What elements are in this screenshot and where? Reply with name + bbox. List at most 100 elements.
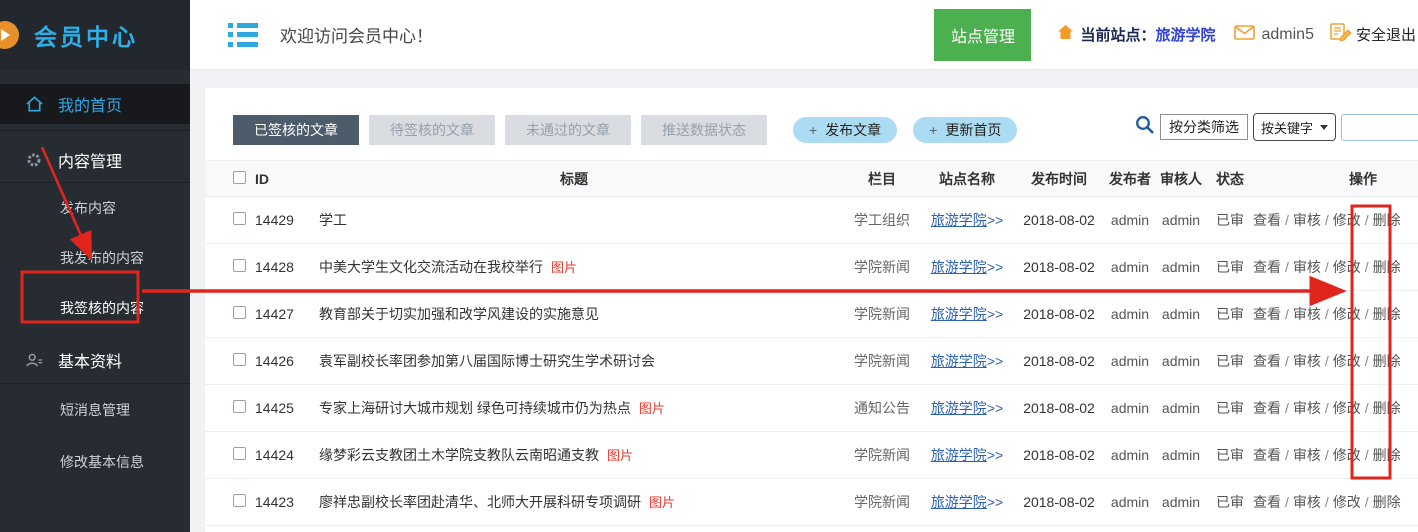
image-tag: 图片 (639, 401, 665, 416)
header-title: 标题 (305, 169, 843, 189)
sidebar-item-label: 我的首页 (58, 92, 122, 116)
op-modify-link[interactable]: 修改 (1333, 306, 1361, 322)
site-link[interactable]: 旅游学院 (931, 353, 987, 369)
row-checkbox[interactable] (233, 494, 246, 507)
op-delete-link[interactable]: 删除 (1373, 353, 1401, 369)
plus-icon: + (929, 122, 937, 138)
tab-pending-articles[interactable]: 待签核的文章 (369, 115, 495, 145)
site-link[interactable]: 旅游学院 (931, 400, 987, 416)
site-link[interactable]: 旅游学院 (931, 212, 987, 228)
op-audit-link[interactable]: 审核 (1293, 400, 1321, 416)
row-category: 学院新闻 (843, 304, 921, 324)
op-audit-link[interactable]: 审核 (1293, 212, 1321, 228)
table-body: 14429学工学工组织旅游学院>>2018-08-02adminadmin已审查… (205, 197, 1418, 526)
site-suffix: >> (987, 306, 1003, 322)
tab-rejected-articles[interactable]: 未通过的文章 (505, 115, 631, 145)
op-view-link[interactable]: 查看 (1253, 306, 1281, 322)
site-link[interactable]: 旅游学院 (931, 259, 987, 275)
site-manage-button[interactable]: 站点管理 (934, 9, 1031, 61)
header-status: 状态 (1207, 169, 1253, 189)
select-all-checkbox[interactable] (233, 171, 246, 184)
op-view-link[interactable]: 查看 (1253, 494, 1281, 510)
home-icon (24, 94, 44, 114)
op-view-link[interactable]: 查看 (1253, 259, 1281, 275)
row-checkbox[interactable] (233, 353, 246, 366)
op-view-link[interactable]: 查看 (1253, 400, 1281, 416)
sidebar-item-my-home[interactable]: 我的首页 (0, 84, 190, 124)
table-row: 14426袁军副校长率团参加第八届国际博士研究生学术研讨会学院新闻旅游学院>>2… (205, 338, 1418, 385)
op-modify-link[interactable]: 修改 (1333, 447, 1361, 463)
tab-signed-articles[interactable]: 已签核的文章 (233, 115, 359, 145)
row-publish-time: 2018-08-02 (1013, 306, 1105, 322)
op-modify-link[interactable]: 修改 (1333, 212, 1361, 228)
menu-list-icon[interactable] (228, 23, 258, 47)
logout[interactable]: 安全退出 (1330, 23, 1416, 47)
op-modify-link[interactable]: 修改 (1333, 400, 1361, 416)
current-site-value[interactable]: 旅游学院 (1155, 24, 1215, 45)
keyword-select[interactable]: 按关键字 (1253, 113, 1336, 141)
header-publisher: 发布者 (1105, 169, 1155, 189)
op-modify-link[interactable]: 修改 (1333, 494, 1361, 510)
image-tag: 图片 (649, 495, 675, 510)
sidebar-item-basic-info[interactable]: 基本资料 (0, 343, 190, 377)
row-checkbox-cell (233, 212, 255, 228)
image-tag: 图片 (551, 260, 577, 275)
op-separator: / (1325, 212, 1329, 228)
op-delete-link[interactable]: 删除 (1373, 259, 1401, 275)
op-modify-link[interactable]: 修改 (1333, 259, 1361, 275)
op-audit-link[interactable]: 审核 (1293, 259, 1321, 275)
header-actions: 操作 (1253, 169, 1418, 189)
row-id: 14427 (255, 306, 305, 322)
sidebar-item-publish-content[interactable]: 发布内容 (0, 183, 190, 233)
op-audit-link[interactable]: 审核 (1293, 306, 1321, 322)
publish-article-button[interactable]: +发布文章 (793, 117, 897, 143)
update-homepage-button[interactable]: +更新首页 (913, 117, 1017, 143)
site-link[interactable]: 旅游学院 (931, 447, 987, 463)
sidebar-item-my-signed-content[interactable]: 我签核的内容 (0, 283, 190, 333)
filter-by-category-button[interactable]: 按分类筛选 (1160, 114, 1248, 140)
row-checkbox[interactable] (233, 259, 246, 272)
row-checkbox[interactable] (233, 212, 246, 225)
op-view-link[interactable]: 查看 (1253, 353, 1281, 369)
op-delete-link[interactable]: 删除 (1373, 400, 1401, 416)
tab-push-data-status[interactable]: 推送数据状态 (641, 115, 767, 145)
row-auditor: admin (1155, 353, 1207, 369)
search-input[interactable] (1341, 114, 1418, 141)
sidebar-item-label: 我签核的内容 (60, 298, 144, 318)
row-actions: 查看/审核/修改/删除 (1253, 304, 1418, 324)
op-separator: / (1325, 494, 1329, 510)
row-site: 旅游学院>> (921, 210, 1013, 230)
row-status: 已审 (1207, 304, 1253, 324)
site-link[interactable]: 旅游学院 (931, 306, 987, 322)
op-modify-link[interactable]: 修改 (1333, 353, 1361, 369)
row-auditor: admin (1155, 259, 1207, 275)
op-audit-link[interactable]: 审核 (1293, 447, 1321, 463)
row-checkbox[interactable] (233, 447, 246, 460)
table-row: 14424缘梦彩云支教团土木学院支教队云南昭通支教图片学院新闻旅游学院>>201… (205, 432, 1418, 479)
table-row: 14427教育部关于切实加强和改学风建设的实施意见学院新闻旅游学院>>2018-… (205, 291, 1418, 338)
op-separator: / (1325, 259, 1329, 275)
op-delete-link[interactable]: 删除 (1373, 494, 1401, 510)
op-audit-link[interactable]: 审核 (1293, 353, 1321, 369)
row-checkbox-cell (233, 494, 255, 510)
sidebar-item-label: 基本资料 (58, 348, 122, 372)
row-category: 学院新闻 (843, 445, 921, 465)
op-view-link[interactable]: 查看 (1253, 212, 1281, 228)
row-checkbox[interactable] (233, 306, 246, 319)
envelope-icon[interactable] (1234, 25, 1255, 45)
header-publish-time: 发布时间 (1013, 169, 1105, 189)
sidebar-item-content-management[interactable]: 内容管理 (0, 143, 190, 177)
sidebar-item-my-published-content[interactable]: 我发布的内容 (0, 233, 190, 283)
op-separator: / (1365, 306, 1369, 322)
username[interactable]: admin5 (1262, 26, 1314, 44)
site-link[interactable]: 旅游学院 (931, 494, 987, 510)
op-delete-link[interactable]: 删除 (1373, 212, 1401, 228)
header-category: 栏目 (843, 169, 921, 189)
op-delete-link[interactable]: 删除 (1373, 447, 1401, 463)
sidebar-item-edit-basic-info[interactable]: 修改基本信息 (0, 436, 190, 488)
op-view-link[interactable]: 查看 (1253, 447, 1281, 463)
row-checkbox[interactable] (233, 400, 246, 413)
op-delete-link[interactable]: 删除 (1373, 306, 1401, 322)
op-audit-link[interactable]: 审核 (1293, 494, 1321, 510)
sidebar-item-message-management[interactable]: 短消息管理 (0, 384, 190, 436)
